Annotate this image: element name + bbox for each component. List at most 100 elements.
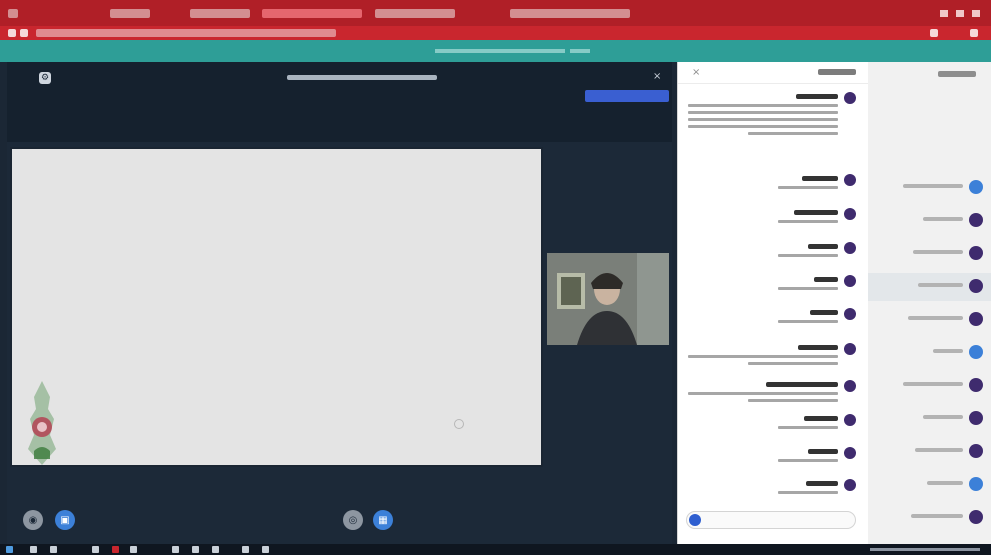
avatar	[969, 279, 983, 293]
chat-message-text-line	[688, 125, 838, 128]
close-icon[interactable]: ×	[653, 72, 663, 82]
user-list-item[interactable]	[868, 240, 991, 268]
user-list-item[interactable]	[868, 273, 991, 301]
user-name	[923, 415, 963, 419]
user-name	[927, 481, 963, 485]
user-list-item[interactable]	[868, 405, 991, 433]
notification-text	[435, 49, 565, 53]
notification-link[interactable]	[570, 49, 590, 53]
chat-message-text-line	[748, 132, 838, 135]
app-icon[interactable]	[130, 546, 137, 553]
start-icon[interactable]	[6, 546, 13, 553]
close-window-icon[interactable]	[972, 10, 980, 17]
refresh-icon[interactable]	[20, 29, 28, 37]
app-icon[interactable]	[262, 546, 269, 553]
app-icon[interactable]	[92, 546, 99, 553]
chat-message-text-line	[688, 118, 838, 121]
user-list-item[interactable]	[868, 504, 991, 532]
app-icon[interactable]	[192, 546, 199, 553]
search-icon[interactable]	[30, 546, 37, 553]
user-name	[911, 514, 963, 518]
user-list-item[interactable]	[868, 438, 991, 466]
browser-tab[interactable]	[190, 9, 250, 18]
audio-button[interactable]: ◎	[343, 510, 363, 530]
taskview-icon[interactable]	[50, 546, 57, 553]
avatar	[969, 180, 983, 194]
avatar	[969, 213, 983, 227]
chat-message-author	[808, 244, 838, 249]
chat-message-text-line	[778, 254, 838, 257]
user-list-item[interactable]	[868, 339, 991, 367]
gear-icon: ⚙	[40, 73, 50, 83]
user-name	[933, 349, 963, 353]
avatar	[969, 312, 983, 326]
chat-panel: ×	[677, 62, 869, 544]
chat-title	[818, 69, 856, 75]
mic-button[interactable]: ◉	[23, 510, 43, 530]
browser-tab[interactable]	[8, 9, 18, 18]
chat-message-text-line	[748, 399, 838, 402]
user-name	[923, 217, 963, 221]
chat-message-author	[798, 345, 838, 350]
chat-message-author	[814, 277, 838, 282]
app-icon[interactable]	[212, 546, 219, 553]
camera-icon: ▣	[60, 514, 70, 526]
browser-tab[interactable]	[110, 9, 150, 18]
browser-tab[interactable]	[510, 9, 630, 18]
chat-message-text-line	[688, 392, 838, 395]
url-field[interactable]	[36, 29, 336, 37]
app-icon[interactable]	[242, 546, 249, 553]
chat-message-text-line	[778, 220, 838, 223]
chat-message-text-line	[688, 111, 838, 114]
chat-message-author	[804, 416, 838, 421]
camera-button[interactable]: ▣	[55, 510, 75, 530]
user-list-item[interactable]	[868, 306, 991, 334]
maximize-icon[interactable]	[956, 10, 964, 17]
user-name	[915, 448, 963, 452]
notification-bar	[0, 40, 991, 62]
avatar	[969, 345, 983, 359]
app-icon[interactable]	[112, 546, 119, 553]
user-list-item[interactable]	[868, 207, 991, 235]
back-icon[interactable]	[8, 29, 16, 37]
minimize-icon[interactable]	[940, 10, 948, 17]
app-icon[interactable]	[172, 546, 179, 553]
avatar	[844, 380, 856, 392]
system-tray[interactable]	[870, 548, 980, 551]
user-list-item[interactable]	[868, 372, 991, 400]
close-icon[interactable]: ×	[692, 67, 700, 78]
menu-icon[interactable]	[970, 29, 978, 37]
extension-icon[interactable]	[930, 29, 938, 37]
browser-tab-active[interactable]	[262, 9, 362, 18]
user-list-title	[938, 71, 976, 77]
user-name	[908, 316, 963, 320]
avatar	[844, 174, 856, 186]
send-button[interactable]	[689, 514, 701, 526]
message-input[interactable]	[686, 511, 856, 529]
chat-message-text-line	[778, 186, 838, 189]
avatar	[844, 208, 856, 220]
avatar	[969, 378, 983, 392]
meeting-title-placeholder	[287, 75, 437, 80]
webcam-image	[547, 253, 669, 345]
avatar	[844, 242, 856, 254]
user-name	[918, 283, 963, 287]
chat-message-author	[808, 449, 838, 454]
user-list-item[interactable]	[868, 174, 991, 202]
chat-message-text-line	[688, 355, 838, 358]
user-list-item[interactable]	[868, 471, 991, 499]
user-list-panel	[868, 62, 991, 544]
webcam-video[interactable]	[547, 253, 669, 345]
browser-tab[interactable]	[375, 9, 455, 18]
browser-tab-strip	[0, 0, 991, 26]
address-bar-row	[0, 26, 991, 40]
headphones-icon: ◎	[348, 514, 358, 526]
chat-message-text-line	[688, 104, 838, 107]
options-button[interactable]: ⚙	[39, 72, 51, 84]
chat-message-text-line	[778, 491, 838, 494]
chat-message-text-line	[778, 320, 838, 323]
avatar	[844, 275, 856, 287]
share-screen-button[interactable]: ▦	[373, 510, 393, 530]
avatar	[844, 308, 856, 320]
avatar	[844, 479, 856, 491]
